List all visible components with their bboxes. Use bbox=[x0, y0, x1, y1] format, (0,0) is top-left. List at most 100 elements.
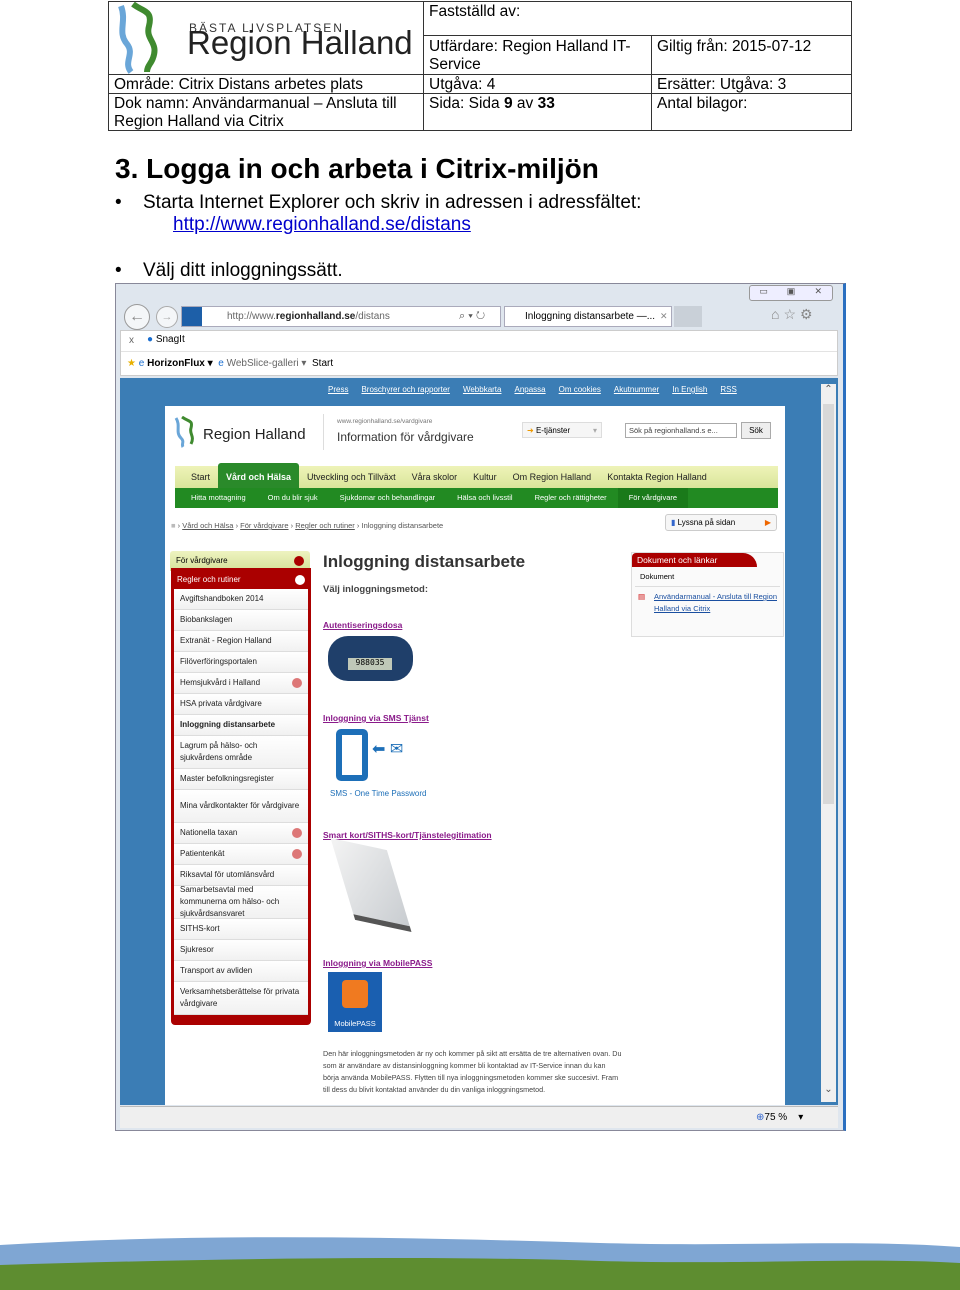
vertical-scrollbar[interactable]: ⌃ ⌄ bbox=[821, 384, 836, 1102]
sidebar-item-label: Extranät - Region Halland bbox=[180, 636, 272, 645]
site-subtitle-small: www.regionhalland.se/vardgivare bbox=[337, 418, 433, 425]
home-favorites-settings-icons[interactable]: ⌂☆⚙ bbox=[771, 306, 817, 323]
sidebar-item[interactable]: Nationella taxan bbox=[174, 823, 308, 844]
doknamn-cell: Dok namn: Användarmanual – Ansluta till … bbox=[109, 94, 424, 131]
sidebar-item[interactable]: Sjukresor bbox=[174, 940, 308, 961]
sidebar-item[interactable]: Verksamhetsberättelse för privata vårdgi… bbox=[174, 982, 308, 1015]
distans-link[interactable]: http://www.regionhalland.se/distans bbox=[173, 214, 471, 236]
sidebar-section[interactable]: Regler och rutiner bbox=[174, 571, 308, 589]
fav-start[interactable]: Start bbox=[312, 358, 333, 369]
sidebar-item-label: Samarbetsavtal med kommunerna om hälso- … bbox=[180, 885, 280, 918]
sms-phone-icon[interactable] bbox=[336, 729, 368, 781]
sidebar-item[interactable]: Samarbetsavtal med kommunerna om hälso- … bbox=[174, 885, 308, 919]
scroll-up-icon: ⌃ bbox=[824, 384, 833, 395]
bilagor-cell: Antal bilagor: bbox=[657, 95, 748, 112]
subnav-item[interactable]: Om du blir sjuk bbox=[257, 488, 329, 508]
nav-item[interactable]: Vård och Hälsa bbox=[218, 463, 300, 488]
nav-item[interactable]: Kontakta Region Halland bbox=[599, 466, 715, 488]
sidebar-item[interactable]: Extranät - Region Halland bbox=[174, 631, 308, 652]
toplink[interactable]: Press bbox=[328, 385, 348, 394]
nav-item[interactable]: Start bbox=[183, 466, 218, 488]
sidebar-item[interactable]: Inloggning distansarbete bbox=[174, 715, 308, 736]
address-url: http://www.regionhalland.se/distans bbox=[227, 311, 390, 322]
sidebar-item[interactable]: Avgiftshandboken 2014 bbox=[174, 589, 308, 610]
region-halland-logo-icon bbox=[118, 2, 158, 74]
toplink[interactable]: Webbkarta bbox=[463, 385, 502, 394]
token-link[interactable]: Autentiseringsdosa bbox=[323, 620, 402, 630]
subnav-item[interactable]: Hälsa och livsstil bbox=[446, 488, 523, 508]
search-button[interactable]: Sök bbox=[741, 422, 771, 439]
tab-close-icon[interactable]: ✕ bbox=[660, 311, 668, 322]
fav-horizonflux[interactable]: HorizonFlux ▾ bbox=[147, 358, 213, 369]
toplink[interactable]: Anpassa bbox=[514, 385, 545, 394]
sidebar-item[interactable]: Patientenkät bbox=[174, 844, 308, 865]
subnav-item[interactable]: Regler och rättigheter bbox=[524, 488, 618, 508]
sidebar-item[interactable]: Filöverföringsportalen bbox=[174, 652, 308, 673]
etjanster-dropdown[interactable]: ➜ E-tjänster ▾ bbox=[522, 422, 602, 438]
site-subtitle: Information för vårdgivare bbox=[337, 430, 474, 444]
sidebar-item[interactable]: Lagrum på hälso- och sjukvårdens område bbox=[174, 736, 308, 769]
chevron-right-icon bbox=[292, 678, 302, 688]
token-device-image[interactable]: 988035 bbox=[328, 636, 413, 681]
logo-cell: BÄSTA LIVSPLATSEN Region Halland bbox=[109, 2, 424, 75]
fav-webslice[interactable]: WebSlice-galleri ▾ bbox=[227, 358, 307, 369]
sidebar-item[interactable]: Transport av avliden bbox=[174, 961, 308, 982]
listen-button[interactable]: ▮ Lyssna på sidan ▶ bbox=[665, 514, 777, 531]
sidebar-item[interactable]: Biobankslagen bbox=[174, 610, 308, 631]
document-link[interactable]: ▤ Användarmanual - Ansluta till Region Ha… bbox=[632, 587, 783, 615]
toplink[interactable]: Broschyrer och rapporter bbox=[361, 385, 449, 394]
sidebar-menu: Regler och rutiner Avgiftshandboken 2014… bbox=[171, 568, 311, 1025]
sidebar-item[interactable]: Hemsjukvård i Halland bbox=[174, 673, 308, 694]
minimize-icon[interactable]: ▭ bbox=[750, 286, 777, 300]
favorites-star-icon[interactable]: ★ bbox=[127, 358, 136, 369]
toplink[interactable]: In English bbox=[672, 385, 707, 394]
sidebar-item[interactable]: HSA privata vårdgivare bbox=[174, 694, 308, 715]
sidebar-item[interactable]: Master befolkningsregister bbox=[174, 769, 308, 790]
search-refresh-icon[interactable]: ⌕ ▾ ↻ bbox=[459, 310, 485, 323]
subnav-item[interactable]: Hitta mottagning bbox=[180, 488, 257, 508]
toolbar-close[interactable]: x bbox=[129, 335, 134, 346]
toplink[interactable]: RSS bbox=[720, 385, 736, 394]
toplink[interactable]: Om cookies bbox=[559, 385, 601, 394]
nav-item[interactable]: Våra skolor bbox=[404, 466, 466, 488]
favorites-bar: ★ e HorizonFlux ▾ e WebSlice-galleri ▾ S… bbox=[127, 358, 334, 369]
giltig-cell: Giltig från: 2015-07-12 bbox=[652, 36, 852, 75]
sidebar-item[interactable]: Riksavtal för utomlänsvård bbox=[174, 865, 308, 886]
forward-icon[interactable]: → bbox=[156, 306, 178, 328]
nav-item[interactable]: Kultur bbox=[465, 466, 505, 488]
sidebar-item[interactable]: Mina vårdkontakter för vårdgivare bbox=[174, 790, 308, 823]
zoom-control[interactable]: ⊕75 % ▾ bbox=[756, 1112, 803, 1123]
mobilepass-icon[interactable]: MobilePASS bbox=[328, 972, 382, 1032]
sidebar-item[interactable]: SITHS-kort bbox=[174, 919, 308, 940]
sidebar-item-label: Nationella taxan bbox=[180, 828, 238, 837]
tab-active[interactable]: Inloggning distansarbete —... ✕ bbox=[504, 306, 672, 327]
address-bar[interactable]: http://www.regionhalland.se/distans ⌕ ▾ … bbox=[181, 306, 501, 327]
snagit-button[interactable]: ● SnagIt bbox=[147, 334, 185, 345]
subnav-item[interactable]: För vårdgivare bbox=[617, 488, 689, 508]
utfardare-cell: Utfärdare: Region Halland IT-Service bbox=[424, 36, 652, 75]
scroll-down-icon: ⌄ bbox=[824, 1084, 833, 1095]
sms-link[interactable]: Inloggning via SMS Tjänst bbox=[323, 713, 429, 723]
ersatter-cell: Ersätter: Utgåva: 3 bbox=[652, 75, 852, 94]
sidebar-item-label: Transport av avliden bbox=[180, 966, 253, 975]
toplink[interactable]: Akutnummer bbox=[614, 385, 659, 394]
sidebar-item-label: Inloggning distansarbete bbox=[180, 720, 276, 729]
sidebar-item-label: Filöverföringsportalen bbox=[180, 657, 257, 666]
bullet-1: • Starta Internet Explorer och skriv in a… bbox=[115, 192, 642, 213]
back-icon[interactable]: ← bbox=[124, 304, 150, 330]
nav-item[interactable]: Om Region Halland bbox=[505, 466, 600, 488]
maximize-icon[interactable]: ▣ bbox=[777, 286, 804, 300]
mobilepass-link[interactable]: Inloggning via MobilePASS bbox=[323, 958, 432, 968]
faststalld-cell: Fastställd av: bbox=[424, 2, 852, 36]
bullet-1-text: Starta Internet Explorer och skriv in ad… bbox=[143, 192, 642, 213]
scroll-thumb[interactable] bbox=[823, 404, 834, 804]
nav-item[interactable]: Utveckling och Tillväxt bbox=[299, 466, 404, 488]
status-bar: ⊕75 % ▾ bbox=[120, 1106, 838, 1128]
new-tab-button[interactable] bbox=[674, 306, 702, 327]
subnav-item[interactable]: Sjukdomar och behandlingar bbox=[329, 488, 446, 508]
sidebar-item-label: Verksamhetsberättelse för privata vårdgi… bbox=[180, 987, 300, 1008]
main-title: Inloggning distansarbete bbox=[323, 552, 526, 571]
smartcard-link[interactable]: Smart kort/SITHS-kort/Tjänstelegitimatio… bbox=[323, 830, 492, 840]
search-input[interactable]: Sök på regionhalland.s e... bbox=[625, 423, 737, 438]
close-icon[interactable]: ✕ bbox=[805, 286, 832, 300]
